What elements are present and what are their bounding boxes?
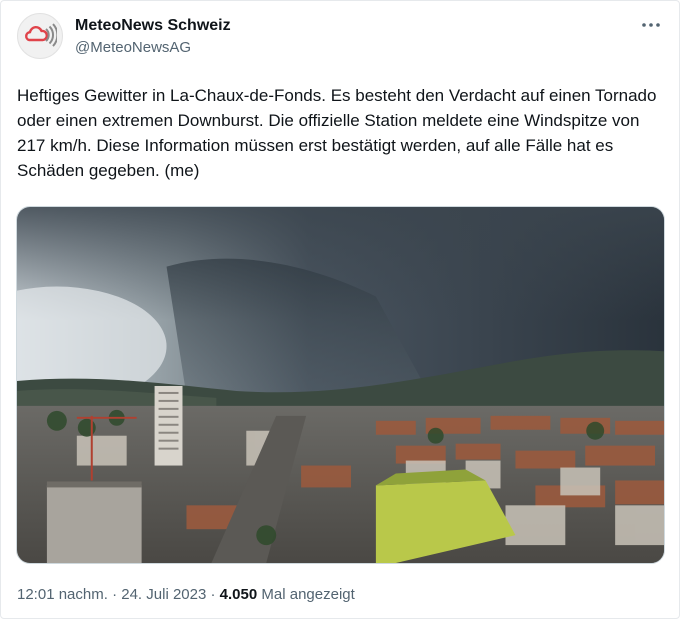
storm-cloud-over-city-photo: [17, 207, 664, 563]
views-label: Mal angezeigt: [261, 586, 355, 603]
author-names: MeteoNews Schweiz @MeteoNewsAG: [75, 16, 231, 58]
meta-separator: ·: [210, 586, 216, 603]
tweet-time[interactable]: 12:01 nachm.: [17, 586, 108, 603]
tweet-photo[interactable]: [16, 206, 665, 564]
author-handle[interactable]: @MeteoNewsAG: [75, 38, 231, 58]
tweet-date[interactable]: 24. Juli 2023: [121, 586, 206, 603]
tweet-text: Heftiges Gewitter in La-Chaux-de-Fonds. …: [17, 86, 657, 180]
cloud-broadcast-logo-icon: [25, 23, 57, 47]
more-horizontal-icon: [642, 23, 660, 27]
avatar[interactable]: [17, 13, 63, 59]
tweet-card[interactable]: MeteoNews Schweiz @MeteoNewsAG Heftiges …: [0, 0, 680, 619]
meta-separator: ·: [112, 586, 118, 603]
more-options-button[interactable]: [639, 15, 663, 35]
author-display-name[interactable]: MeteoNews Schweiz: [75, 16, 231, 36]
views-count: 4.050: [219, 586, 258, 603]
tweet-header: MeteoNews Schweiz @MeteoNewsAG: [17, 13, 663, 63]
tweet-meta: 12:01 nachm. · 24. Juli 2023 · 4.050 Mal…: [17, 585, 355, 605]
